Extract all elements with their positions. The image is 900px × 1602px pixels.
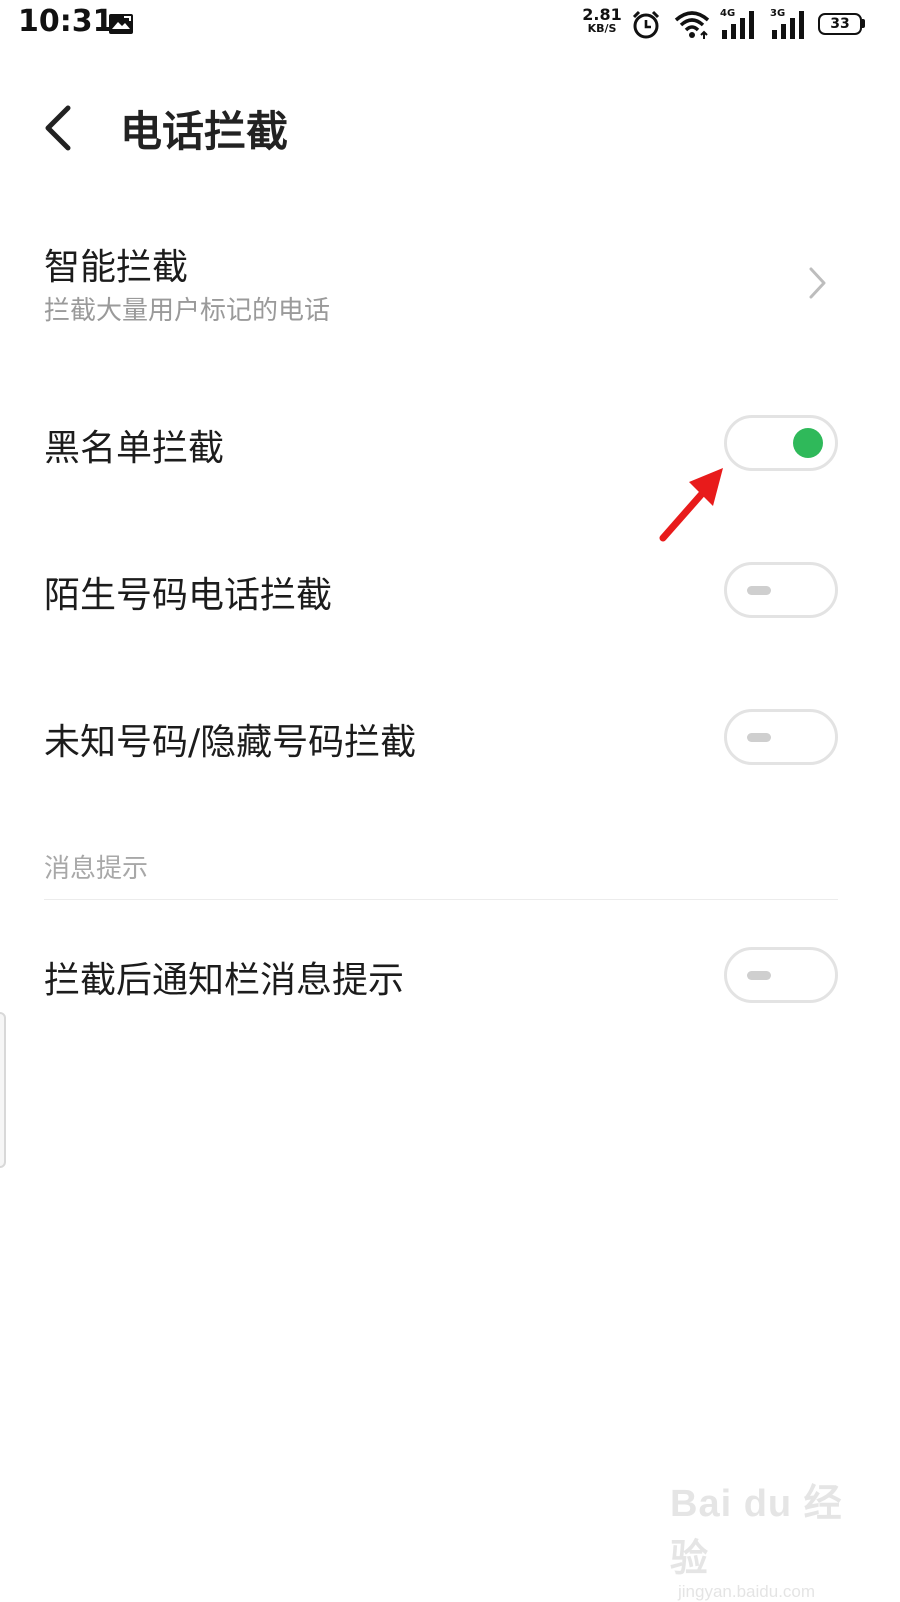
stranger-block-toggle[interactable] — [724, 562, 838, 618]
smart-block-row[interactable]: 智能拦截 拦截大量用户标记的电话 — [44, 232, 838, 332]
chevron-left-icon — [45, 105, 71, 151]
wifi-icon — [674, 10, 710, 44]
sim1-network-type: 4G — [720, 8, 736, 19]
unknown-hidden-block-toggle[interactable] — [724, 709, 838, 765]
back-button[interactable] — [36, 100, 86, 156]
watermark: Bai du 经验 jingyan.baidu.com — [670, 1472, 870, 1601]
smart-block-subtitle: 拦截大量用户标记的电话 — [44, 296, 331, 326]
blacklist-block-toggle[interactable] — [724, 415, 838, 471]
battery-cap — [862, 19, 865, 28]
notify-after-block-row: 拦截后通知栏消息提示 — [44, 945, 838, 1005]
unknown-hidden-block-row: 未知号码/隐藏号码拦截 — [44, 707, 838, 767]
chevron-right-icon — [809, 267, 826, 299]
section-divider — [44, 899, 838, 900]
watermark-url: jingyan.baidu.com — [678, 1582, 816, 1601]
message-notification-icon — [108, 13, 134, 39]
toggle-on-indicator — [793, 428, 823, 458]
blacklist-block-title: 黑名单拦截 — [44, 428, 225, 469]
stranger-block-title: 陌生号码电话拦截 — [44, 575, 333, 616]
sim2-network-type: 3G — [770, 8, 786, 19]
sim2-signal-icon: 3G — [770, 8, 810, 44]
side-edge-handle[interactable] — [0, 1012, 6, 1168]
status-time: 10:31 — [18, 4, 114, 39]
watermark-logo: Bai du 经验 — [670, 1483, 843, 1580]
network-speed-unit: KB/S — [587, 22, 617, 35]
sim1-signal-icon: 4G — [720, 8, 760, 44]
toggle-off-indicator — [747, 586, 771, 595]
network-speed: 2.81 KB/S — [582, 5, 622, 36]
notify-after-block-title: 拦截后通知栏消息提示 — [44, 960, 405, 1001]
status-bar: 10:31 2.81 KB/S 4G 3G 33 — [0, 0, 900, 52]
section-label-notifications: 消息提示 — [44, 854, 149, 884]
smart-block-title: 智能拦截 — [44, 247, 189, 288]
toggle-off-indicator — [747, 971, 771, 980]
network-speed-value: 2.81 — [582, 5, 622, 24]
page-title: 电话拦截 — [120, 107, 289, 156]
stranger-block-row: 陌生号码电话拦截 — [44, 560, 838, 620]
battery-icon: 33 — [818, 13, 862, 35]
annotation-arrow-icon — [659, 468, 723, 542]
unknown-hidden-block-title: 未知号码/隐藏号码拦截 — [44, 722, 417, 763]
alarm-icon — [630, 9, 662, 45]
toggle-off-indicator — [747, 733, 771, 742]
notify-after-block-toggle[interactable] — [724, 947, 838, 1003]
